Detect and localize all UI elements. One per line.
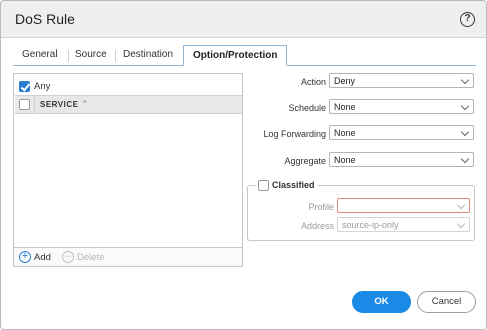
action-value: Deny <box>334 76 356 86</box>
schedule-label: Schedule <box>288 103 326 113</box>
delete-label: Delete <box>77 252 105 263</box>
tab-separator <box>115 50 116 62</box>
schedule-value: None <box>334 102 356 112</box>
chevron-down-icon <box>460 75 470 85</box>
plus-circle-icon: + <box>19 251 31 263</box>
help-icon[interactable]: ? <box>460 12 475 27</box>
tab-separator <box>68 50 69 62</box>
tab-option-protection[interactable]: Option/Protection <box>183 45 288 66</box>
any-checkbox[interactable] <box>19 81 30 92</box>
address-select[interactable]: source-ip-only <box>337 217 470 232</box>
action-select[interactable]: Deny <box>329 73 474 88</box>
any-label: Any <box>34 81 51 92</box>
log-forwarding-label: Log Forwarding <box>263 129 326 139</box>
tab-destination[interactable]: Destination <box>123 49 173 60</box>
address-value: source-ip-only <box>342 220 399 230</box>
aggregate-label: Aggregate <box>284 156 326 166</box>
chevron-down-icon <box>460 127 470 137</box>
action-label: Action <box>300 77 326 87</box>
add-label: Add <box>34 252 51 263</box>
minus-circle-icon: – <box>62 251 74 263</box>
service-grid-header: SERVICE ⌃ <box>15 95 242 114</box>
chevron-down-icon <box>456 219 466 229</box>
cancel-button[interactable]: Cancel <box>417 291 476 313</box>
tab-source[interactable]: Source <box>75 49 107 60</box>
dos-rule-dialog: DoS Rule ? General Source Destination Op… <box>0 0 487 330</box>
chevron-down-icon <box>460 101 470 111</box>
sort-ascending-icon[interactable]: ⌃ <box>81 99 89 110</box>
delete-button[interactable]: – Delete <box>62 251 112 264</box>
ok-button[interactable]: OK <box>352 291 411 313</box>
aggregate-value: None <box>334 155 356 165</box>
dialog-titlebar: DoS Rule ? <box>1 1 486 38</box>
tab-general[interactable]: General <box>22 49 58 60</box>
classified-label: Classified <box>272 180 315 190</box>
service-panel: Any SERVICE ⌃ + Add – Delete <box>13 73 243 267</box>
log-forwarding-select[interactable]: None <box>329 125 474 140</box>
classified-group: Classified Profile Address source-ip-onl… <box>247 179 475 241</box>
schedule-select[interactable]: None <box>329 99 474 114</box>
service-column-header[interactable]: SERVICE <box>40 100 78 109</box>
log-forwarding-value: None <box>334 128 356 138</box>
classified-legend: Classified <box>256 179 318 192</box>
select-all-cell <box>15 96 35 113</box>
chevron-down-icon <box>456 200 466 210</box>
service-panel-footer: + Add – Delete <box>14 247 242 266</box>
select-all-checkbox[interactable] <box>19 99 30 110</box>
chevron-down-icon <box>460 154 470 164</box>
dialog-title: DoS Rule <box>15 11 75 27</box>
classified-checkbox[interactable] <box>258 180 269 191</box>
tab-bar: General Source Destination Option/Protec… <box>13 45 476 66</box>
address-label: Address <box>300 221 334 231</box>
aggregate-select[interactable]: None <box>329 152 474 167</box>
profile-label: Profile <box>308 202 334 212</box>
add-button[interactable]: + Add <box>19 251 59 264</box>
profile-select[interactable] <box>337 198 470 213</box>
